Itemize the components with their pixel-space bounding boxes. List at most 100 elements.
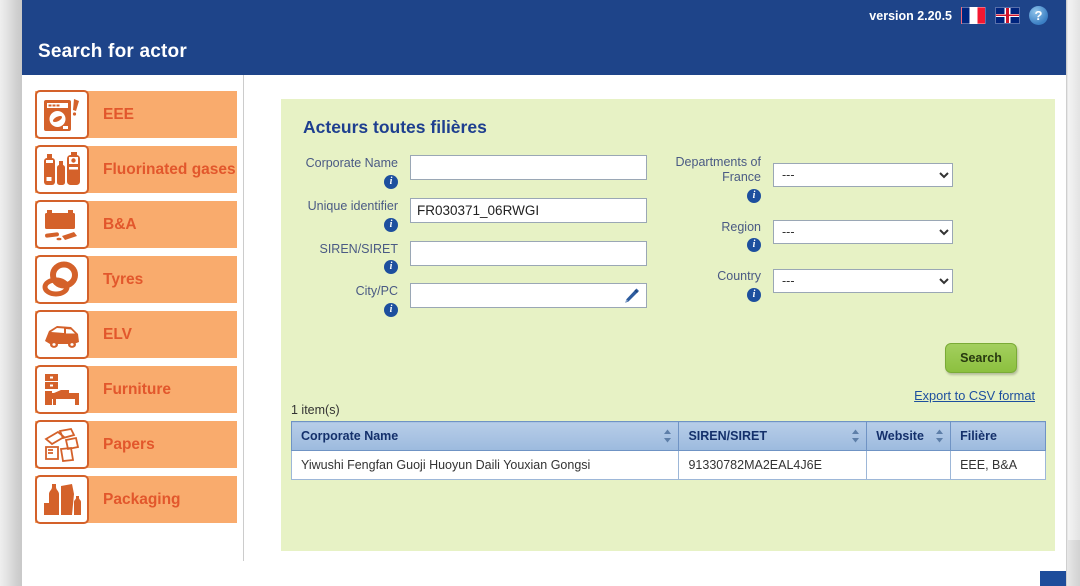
info-icon[interactable]: i [747,288,761,302]
cell-website [866,450,952,480]
page-scrollbar[interactable] [1066,0,1080,586]
info-icon[interactable]: i [747,238,761,253]
battery-icon [35,200,89,249]
sidebar-item-label: Tyres [103,270,144,288]
results-table-head: Corporate Name SIREN/SIRET Website Filiè… [290,421,1046,451]
sidebar: EEE Fluorinated gases B&A Tyres ELV Furn… [22,75,244,561]
field-label: Country [717,269,761,284]
field-label: City/PC [355,284,398,299]
info-icon[interactable]: i [384,260,398,275]
washing-machine-icon [35,90,89,139]
info-icon[interactable]: i [747,188,761,203]
column-header-label: Filière [960,429,997,443]
city-pc-input[interactable] [410,283,647,309]
sidebar-item-furniture[interactable]: Furniture [35,365,237,414]
tyre-icon [35,255,89,304]
sidebar-item-packaging[interactable]: Packaging [35,475,237,524]
departments-of-france-select[interactable]: --- [773,163,953,187]
bed-furniture-icon [35,365,89,414]
unique-identifier-input[interactable] [410,197,647,223]
help-icon[interactable]: ? [1029,6,1048,25]
info-icon[interactable]: i [384,217,398,232]
packaging-bottles-icon [35,475,89,524]
city-pc-input-wrap [398,283,647,309]
sidebar-item-elv[interactable]: ELV [35,310,237,359]
sidebar-item-label: EEE [103,105,135,123]
sidebar-item-label: Papers [103,435,155,453]
field-label-wrap: Country i [671,269,761,302]
field-label-wrap: Corporate Name i [291,155,398,189]
search-panel: Acteurs toutes filières Corporate Name i… [281,99,1055,551]
car-icon [35,310,89,359]
version-text: version 2.20.5 [869,8,952,23]
field-label-wrap: SIREN/SIRET i [291,241,398,275]
flag-uk-icon[interactable] [995,7,1020,24]
cell-filiere: EEE, B&A [950,450,1046,480]
column-header-siren-siret[interactable]: SIREN/SIRET [678,421,868,451]
sidebar-item-tyres[interactable]: Tyres [35,255,237,304]
field-label: Unique identifier [307,198,398,213]
field-corporate-name: Corporate Name i [291,155,651,189]
search-button[interactable]: Search [945,343,1017,373]
sidebar-item-label: ELV [103,325,132,343]
corporate-name-input[interactable] [410,155,647,180]
sidebar-item-label: Fluorinated gases [103,160,236,178]
cell-corporate-name: Yiwushi Fengfan Guoji Huoyun Daili Youxi… [290,450,680,480]
field-siren-siret: SIREN/SIRET i [291,240,651,275]
panel-title: Acteurs toutes filières [303,117,487,137]
field-label-wrap: City/PC i [291,283,398,317]
column-header-corporate-name[interactable]: Corporate Name [290,421,680,451]
field-label: Departments of France [675,155,761,184]
country-select[interactable]: --- [773,269,953,294]
scrollbar-thumb[interactable] [1068,0,1080,540]
field-region: Region i --- [671,219,1041,253]
sort-arrows-icon[interactable] [663,429,672,443]
sidebar-item-papers[interactable]: Papers [35,420,237,469]
sidebar-item-label: B&A [103,215,137,233]
siren-siret-input[interactable] [410,240,647,266]
results-table: Corporate Name SIREN/SIRET Website Filiè… [290,421,1046,480]
page-header: Search for actor version 2.20.5 ? [22,0,1066,75]
left-page-gutter [0,0,22,586]
column-header-label: Website [876,429,924,443]
sidebar-item-eee[interactable]: EEE [35,90,237,139]
info-icon[interactable]: i [384,303,398,317]
cell-siren-siret: 91330782MA2EAL4J6E [678,450,868,480]
export-csv-link[interactable]: Export to CSV format [914,388,1035,403]
field-label-wrap: Departments of France i [671,155,761,203]
column-header-website[interactable]: Website [866,421,952,451]
field-departments-of-france: Departments of France i --- [671,155,1041,203]
results-table-body: Yiwushi Fengfan Guoji Huoyun Daili Youxi… [290,450,1046,480]
app-root: Search for actor version 2.20.5 ? EEE Fl… [0,0,1080,586]
field-label-wrap: Region i [671,220,761,253]
field-label: Region [721,219,761,234]
field-unique-identifier: Unique identifier i [291,197,651,232]
header-right-controls: version 2.20.5 ? [869,6,1048,25]
form-left-column: Corporate Name i Unique identifier i FR0… [291,155,651,326]
sort-arrows-icon[interactable] [851,429,860,443]
table-header-row: Corporate Name SIREN/SIRET Website Filiè… [290,421,1046,451]
item-count-label: 1 item(s) [291,403,340,417]
field-city-pc: City/PC i [291,283,651,317]
sidebar-item-label: Furniture [103,380,172,398]
flag-france-icon[interactable] [961,7,986,24]
select-wrap: --- [761,219,953,244]
gas-cylinders-icon [35,145,89,194]
scrollbar-corner [1040,571,1066,586]
sort-arrows-icon[interactable] [935,429,944,443]
table-row[interactable]: Yiwushi Fengfan Guoji Huoyun Daili Youxi… [290,450,1046,480]
sidebar-item-fluorinated-gases[interactable]: Fluorinated gases [35,145,237,194]
field-label-wrap: Unique identifier i [291,198,398,232]
column-header-label: SIREN/SIRET [688,429,767,443]
content-area: EEE Fluorinated gases B&A Tyres ELV Furn… [22,75,1066,586]
sidebar-item-b-and-a[interactable]: B&A [35,200,237,249]
papers-icon [35,420,89,469]
column-header-filiere[interactable]: Filière [950,421,1046,451]
info-icon[interactable]: i [384,174,398,189]
field-label: SIREN/SIRET [319,241,399,256]
sidebar-item-label: Packaging [103,490,181,508]
field-label: Corporate Name [305,156,398,170]
column-header-label: Corporate Name [301,429,399,443]
select-wrap: --- [761,155,953,187]
region-select[interactable]: --- [773,219,953,244]
